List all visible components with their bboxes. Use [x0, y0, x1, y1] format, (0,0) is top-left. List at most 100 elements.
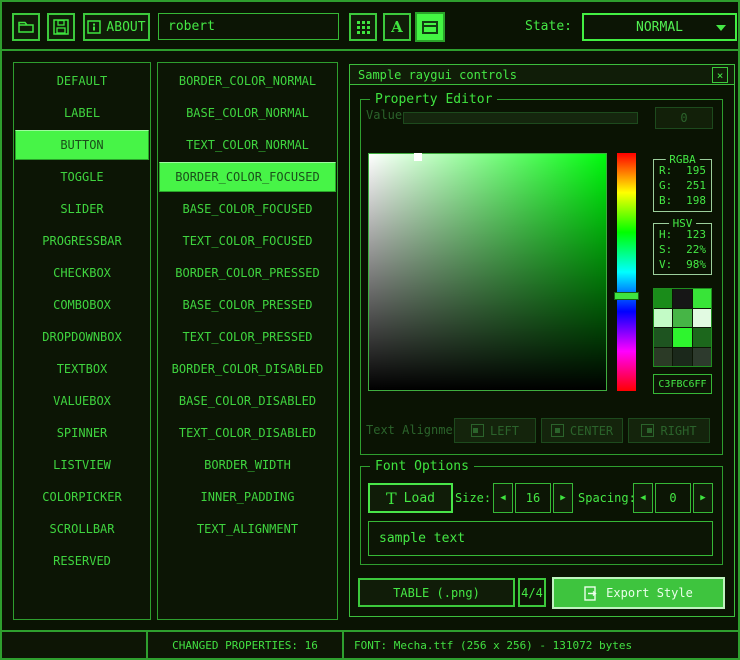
spacing-value-box[interactable]: 0	[655, 483, 691, 513]
spacing-increment-button[interactable]: ▶	[693, 483, 713, 513]
color-swatch[interactable]	[673, 309, 691, 328]
rgba-group-label: RGBA	[665, 153, 700, 166]
chevron-down-icon	[716, 25, 726, 31]
floppy-save-icon	[53, 19, 69, 35]
rgba-row-b: B: 198	[654, 193, 711, 208]
control-item-dropdownbox[interactable]: DROPDOWNBOX	[15, 322, 149, 352]
style-name-value: robert	[168, 19, 215, 34]
property-item[interactable]: BASE_COLOR_DISABLED	[159, 386, 336, 416]
control-item-default[interactable]: DEFAULT	[15, 66, 149, 96]
style-name-input[interactable]: robert	[158, 13, 339, 40]
color-swatch[interactable]	[693, 309, 711, 328]
export-file-icon	[584, 586, 598, 601]
control-item-listview[interactable]: LISTVIEW	[15, 450, 149, 480]
state-dropdown[interactable]: NORMAL	[582, 13, 737, 41]
control-item-colorpicker[interactable]: COLORPICKER	[15, 482, 149, 512]
property-item-selected[interactable]: BORDER_COLOR_FOCUSED	[159, 162, 336, 192]
color-swatch[interactable]	[673, 289, 691, 308]
spacing-decrement-button[interactable]: ◀	[633, 483, 653, 513]
control-item-toggle[interactable]: TOGGLE	[15, 162, 149, 192]
color-swatch[interactable]	[693, 328, 711, 347]
color-swatch[interactable]	[654, 289, 672, 308]
control-item-valuebox[interactable]: VALUEBOX	[15, 386, 149, 416]
color-swatch[interactable]	[654, 348, 672, 367]
size-value-box[interactable]: 16	[515, 483, 551, 513]
control-item-reserved[interactable]: RESERVED	[15, 546, 149, 576]
size-label: Size:	[455, 491, 491, 505]
control-item-spinner[interactable]: SPINNER	[15, 418, 149, 448]
control-item-progressbar[interactable]: PROGRESSBAR	[15, 226, 149, 256]
hex-color-input[interactable]: C3FBC6FF	[653, 374, 712, 394]
format-counter[interactable]: 4/4	[518, 578, 546, 607]
export-style-label: Export Style	[606, 586, 693, 600]
close-button[interactable]: ×	[712, 67, 728, 83]
property-item[interactable]: BASE_COLOR_NORMAL	[159, 98, 336, 128]
hue-bar[interactable]	[617, 153, 636, 391]
sample-text-input[interactable]: sample text	[368, 521, 713, 556]
state-label: State:	[502, 19, 572, 34]
controls-view-button[interactable]	[415, 12, 445, 42]
rgba-row-g: G: 251	[654, 178, 711, 193]
control-item-slider[interactable]: SLIDER	[15, 194, 149, 224]
export-style-button[interactable]: Export Style	[552, 577, 725, 609]
align-center-button[interactable]: CENTER	[541, 418, 623, 443]
font-info-text: FONT: Mecha.ttf (256 x 256) - 131072 byt…	[354, 639, 632, 652]
arrow-left-icon: ◀	[640, 493, 645, 503]
about-button[interactable]: ABOUT	[83, 13, 150, 41]
size-decrement-button[interactable]: ◀	[493, 483, 513, 513]
style-table-view-button[interactable]	[349, 13, 377, 41]
property-item[interactable]: BORDER_COLOR_PRESSED	[159, 258, 336, 288]
property-item[interactable]: BORDER_COLOR_NORMAL	[159, 66, 336, 96]
property-item[interactable]: TEXT_COLOR_NORMAL	[159, 130, 336, 160]
status-bar: CHANGED PROPERTIES: 16 FONT: Mecha.ttf (…	[2, 630, 738, 658]
sample-window-titlebar[interactable]: Sample raygui controls	[350, 65, 734, 85]
info-icon	[87, 20, 101, 34]
color-swatch[interactable]	[654, 309, 672, 328]
control-item-label[interactable]: LABEL	[15, 98, 149, 128]
save-file-button[interactable]	[47, 13, 75, 41]
color-picker-panel[interactable]	[368, 153, 607, 391]
property-item[interactable]: BORDER_COLOR_DISABLED	[159, 354, 336, 384]
color-swatch[interactable]	[654, 328, 672, 347]
value-box[interactable]: 0	[655, 107, 713, 129]
align-left-button[interactable]: LEFT	[454, 418, 536, 443]
property-item[interactable]: BASE_COLOR_FOCUSED	[159, 194, 336, 224]
align-left-label: LEFT	[490, 424, 519, 438]
spacing-value: 0	[669, 491, 676, 505]
font-view-button[interactable]: A	[383, 13, 411, 41]
align-right-button[interactable]: RIGHT	[628, 418, 710, 443]
property-item[interactable]: TEXT_COLOR_DISABLED	[159, 418, 336, 448]
color-swatch[interactable]	[673, 328, 691, 347]
property-item[interactable]: BASE_COLOR_PRESSED	[159, 290, 336, 320]
arrow-left-icon: ◀	[500, 493, 505, 503]
control-item-combobox[interactable]: COMBOBOX	[15, 290, 149, 320]
property-item[interactable]: INNER_PADDING	[159, 482, 336, 512]
property-item[interactable]: TEXT_COLOR_PRESSED	[159, 322, 336, 352]
color-swatch[interactable]	[693, 348, 711, 367]
size-increment-button[interactable]: ▶	[553, 483, 573, 513]
hue-bar-selector[interactable]	[614, 292, 639, 300]
sample-window-title: Sample raygui controls	[358, 68, 517, 82]
property-item[interactable]: TEXT_COLOR_FOCUSED	[159, 226, 336, 256]
color-picker-cursor[interactable]	[414, 153, 422, 161]
properties-listview: BORDER_COLOR_NORMAL BASE_COLOR_NORMAL TE…	[157, 62, 338, 620]
align-right-label: RIGHT	[660, 424, 696, 438]
control-item-checkbox[interactable]: CHECKBOX	[15, 258, 149, 288]
control-item-scrollbar[interactable]: SCROLLBAR	[15, 514, 149, 544]
export-format-button[interactable]: TABLE (.png)	[358, 578, 515, 607]
size-value: 16	[526, 491, 540, 505]
status-changed-properties: CHANGED PROPERTIES: 16	[148, 632, 344, 658]
property-item[interactable]: BORDER_WIDTH	[159, 450, 336, 480]
status-font-info: FONT: Mecha.ttf (256 x 256) - 131072 byt…	[344, 632, 738, 658]
property-item[interactable]: TEXT_ALIGNMENT	[159, 514, 336, 544]
color-swatch[interactable]	[693, 289, 711, 308]
control-item-textbox[interactable]: TEXTBOX	[15, 354, 149, 384]
open-file-button[interactable]	[12, 13, 40, 41]
control-item-button[interactable]: BUTTON	[15, 130, 149, 160]
export-format-label: TABLE (.png)	[393, 586, 480, 600]
value-slider[interactable]	[403, 112, 638, 124]
arrow-right-icon: ▶	[560, 493, 565, 503]
hsv-group-label: HSV	[669, 217, 697, 230]
font-load-button[interactable]: T Load	[368, 483, 453, 513]
color-swatch[interactable]	[673, 348, 691, 367]
